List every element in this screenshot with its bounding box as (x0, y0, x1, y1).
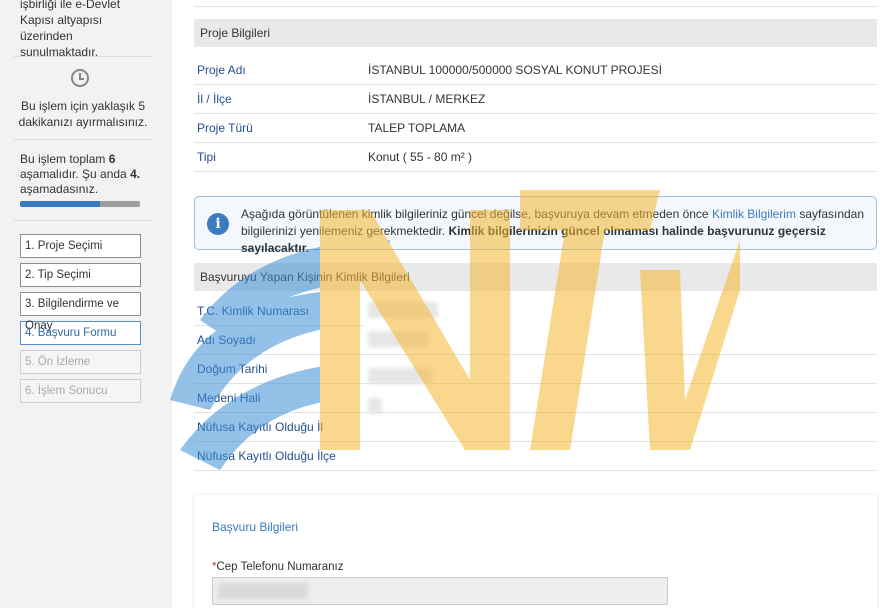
redacted-value (368, 331, 428, 347)
stage-mid: aşamalıdır. Şu anda (20, 167, 127, 181)
step-item-4[interactable]: 4. Başvuru Formu (20, 321, 141, 345)
alert-text-part: Aşağıda görüntülenen kimlik bilgileriniz… (241, 207, 709, 221)
identity-row: Medeni Hali (194, 384, 877, 413)
divider (14, 220, 152, 221)
info-icon: i (207, 213, 229, 235)
stage-suffix: aşamadasınız. (20, 182, 99, 196)
identity-row: Nüfusa Kayıtlı Olduğu İl (194, 413, 877, 442)
phone-field-label: *Cep Telefonu Numaranız (212, 561, 343, 573)
full-name-label: Adı Soyadı (197, 333, 256, 347)
project-row: Proje Adı İSTANBUL 100000/500000 SOSYAL … (194, 56, 877, 85)
identity-row: Adı Soyadı (194, 326, 877, 355)
application-info-card: Başvuru Bilgileri *Cep Telefonu Numaranı… (194, 495, 877, 608)
alert-text: Aşağıda görüntülenen kimlik bilgileriniz… (241, 206, 871, 257)
stage-total: 6 (108, 152, 116, 166)
stage-progress-bar (20, 201, 140, 207)
application-info-heading: Başvuru Bilgileri (212, 520, 299, 534)
redacted-value (368, 302, 438, 318)
identity-row: Doğum Tarihi (194, 355, 877, 384)
redacted-value (368, 368, 432, 384)
identity-warning-alert: i Aşağıda görüntülenen kimlik bilgilerin… (194, 196, 877, 255)
step-item-3[interactable]: 3. Bilgilendirme ve Onay (20, 292, 141, 332)
province-value: İSTANBUL / MERKEZ (368, 92, 486, 106)
project-info-heading: Proje Bilgileri (194, 19, 877, 47)
divider (14, 56, 152, 57)
redacted-value (218, 583, 308, 599)
identity-info-heading: Başvuruyu Yapan Kişinin Kimlik Bilgileri (194, 263, 877, 291)
registered-district-label: Nüfusa Kayıtlı Olduğu İlçe (197, 449, 336, 463)
identity-row: T.C. Kimlik Numarası (194, 297, 364, 326)
redacted-value (368, 398, 382, 414)
stage-note: Bu işlem toplam 6 aşamalıdır. Şu anda 4.… (20, 152, 150, 197)
sidebar: işbirliği ile e-Devlet Kapısı altyapısı … (0, 0, 160, 608)
stage-prefix: Bu işlem toplam (20, 152, 106, 166)
clock-icon (71, 69, 89, 87)
province-label: İl / İlçe (197, 92, 232, 106)
birth-date-label: Doğum Tarihi (197, 362, 268, 376)
marital-status-label: Medeni Hali (197, 391, 261, 405)
divider (14, 139, 152, 140)
intro-text: işbirliği ile e-Devlet Kapısı altyapısı … (20, 0, 121, 59)
project-name-label: Proje Adı (197, 63, 246, 77)
time-note: Bu işlem için yaklaşık 5 dakikanızı ayır… (18, 99, 148, 129)
tc-number-label: T.C. Kimlik Numarası (197, 304, 310, 318)
identity-info-link[interactable]: Kimlik Bilgilerim (712, 207, 796, 221)
stage-current: 4. (130, 167, 141, 181)
project-type-value: TALEP TOPLAMA (368, 121, 466, 135)
project-row: Proje Türü TALEP TOPLAMA (194, 114, 877, 143)
stage-progress-fill (20, 201, 101, 207)
housing-type-value: Konut ( 55 - 80 m² ) (368, 150, 473, 164)
step-item-5: 5. Ön İzleme (20, 350, 141, 374)
main-content: Proje Bilgileri Proje Adı İSTANBUL 10000… (172, 0, 880, 608)
step-item-6: 6. İşlem Sonucu (20, 379, 141, 403)
project-name-value: İSTANBUL 100000/500000 SOSYAL KONUT PROJ… (368, 63, 662, 77)
identity-row: Nüfusa Kayıtlı Olduğu İlçe (194, 442, 877, 471)
step-item-2[interactable]: 2. Tip Seçimi (20, 263, 141, 287)
phone-label-text: Cep Telefonu Numaranız (216, 561, 344, 573)
project-row: İl / İlçe İSTANBUL / MERKEZ (194, 85, 877, 114)
step-item-1[interactable]: 1. Proje Seçimi (20, 234, 141, 258)
housing-type-label: Tipi (197, 150, 216, 164)
divider (194, 6, 877, 7)
project-type-label: Proje Türü (197, 121, 253, 135)
step-list: 1. Proje Seçimi 2. Tip Seçimi 3. Bilgile… (20, 234, 141, 408)
project-row: Tipi Konut ( 55 - 80 m² ) (194, 143, 877, 172)
registered-province-label: Nüfusa Kayıtlı Olduğu İl (197, 420, 324, 434)
